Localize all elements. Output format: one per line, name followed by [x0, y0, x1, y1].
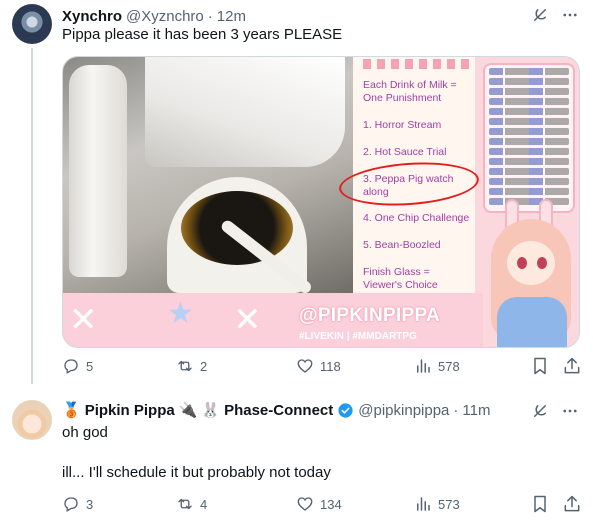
reply-icon [64, 359, 78, 374]
share-icon [564, 357, 580, 374]
author-name-suffix[interactable]: Phase-Connect [224, 402, 333, 419]
verified-badge-icon [337, 402, 354, 419]
tweet-text-line: ill... I'll schedule it but probably not… [62, 464, 331, 481]
timestamp[interactable]: 11m [462, 402, 490, 419]
views-button[interactable]: 578 [414, 356, 460, 376]
bookmark-button[interactable] [530, 494, 550, 514]
share-icon [564, 495, 580, 512]
list-line: 4. One Chip Challenge [363, 212, 470, 224]
rabbit-icon: 🐰 [201, 402, 221, 419]
like-count: 134 [320, 496, 342, 512]
views-icon [417, 359, 430, 373]
stream-chat-box [483, 63, 575, 213]
avatar-pipkin-pippa[interactable] [12, 400, 52, 440]
list-line: One Punishment [363, 92, 442, 104]
share-button[interactable] [562, 494, 582, 514]
author-handle[interactable]: @pipkinpippa [358, 402, 449, 419]
brand-tags: #LIVEKIN | #MMDARTPG [299, 331, 417, 342]
bunting-decoration [363, 59, 473, 69]
views-count: 578 [438, 358, 460, 374]
repost-count: 4 [200, 496, 208, 512]
tweet-text: Pippa please it has been 3 years PLEASE [62, 26, 343, 43]
tweet-header: 🥉 Pipkin Pippa 🔌 🐰 Phase-Connect @pipkin… [62, 400, 490, 420]
medal-icon: 🥉 [62, 402, 81, 419]
heart-icon [297, 497, 313, 511]
repost-button[interactable]: 4 [176, 494, 207, 514]
brand-watermark: @PIPKINPIPPA [299, 305, 441, 326]
list-line: 5. Bean-Boozled [363, 239, 441, 251]
avatar-xynchro[interactable] [12, 4, 52, 44]
vtuber-avatar-image [483, 197, 579, 347]
reply-count: 5 [86, 358, 94, 374]
bookmark-icon [534, 495, 546, 513]
views-count: 573 [438, 496, 460, 512]
heart-icon [297, 359, 313, 373]
repost-button[interactable]: 2 [176, 356, 207, 376]
repost-count: 2 [200, 358, 208, 374]
list-line: 1. Horror Stream [363, 119, 442, 131]
reply-icon [64, 497, 78, 512]
list-line: 2. Hot Sauce Trial [363, 146, 447, 158]
more-icon[interactable] [561, 6, 579, 24]
separator-dot: · [207, 7, 213, 25]
reply-button[interactable]: 3 [62, 494, 93, 514]
share-button[interactable] [562, 356, 582, 376]
plug-icon: 🔌 [178, 402, 198, 419]
tweet-text-line: oh god [62, 424, 108, 441]
timestamp[interactable]: 12m [217, 8, 246, 25]
separator-dot: · [453, 401, 459, 419]
views-icon [417, 497, 430, 511]
tweet-xynchro[interactable]: Xynchro @Xyznchro · 12m Pippa please it … [0, 0, 593, 388]
like-button[interactable]: 118 [296, 356, 341, 376]
bookmark-button[interactable] [530, 356, 550, 376]
reply-count: 3 [86, 496, 94, 512]
like-count: 118 [320, 358, 341, 374]
repost-icon [178, 498, 192, 510]
cloth-image [145, 57, 345, 167]
list-line: Each Drink of Milk = [363, 79, 457, 91]
repost-icon [178, 360, 192, 372]
reply-button[interactable]: 5 [62, 356, 93, 376]
grok-icon[interactable] [531, 402, 549, 420]
author-name[interactable]: Xynchro [62, 8, 122, 25]
list-line: Finish Glass = [363, 266, 430, 278]
bookmark-icon [534, 357, 546, 375]
like-button[interactable]: 134 [296, 494, 342, 514]
more-icon[interactable] [561, 402, 579, 420]
views-button[interactable]: 573 [414, 494, 460, 514]
author-handle[interactable]: @Xyznchro [126, 8, 204, 25]
author-name[interactable]: Pipkin Pippa [85, 402, 175, 419]
tweet-header: Xynchro @Xyznchro · 12m [62, 6, 246, 26]
list-line: Viewer's Choice [363, 279, 438, 291]
thread-connector-line [31, 48, 33, 384]
tweet-media-image[interactable]: Each Drink of Milk = One Punishment 1. H… [62, 56, 580, 348]
grok-icon[interactable] [531, 6, 549, 24]
milk-bottle-image [69, 65, 127, 277]
